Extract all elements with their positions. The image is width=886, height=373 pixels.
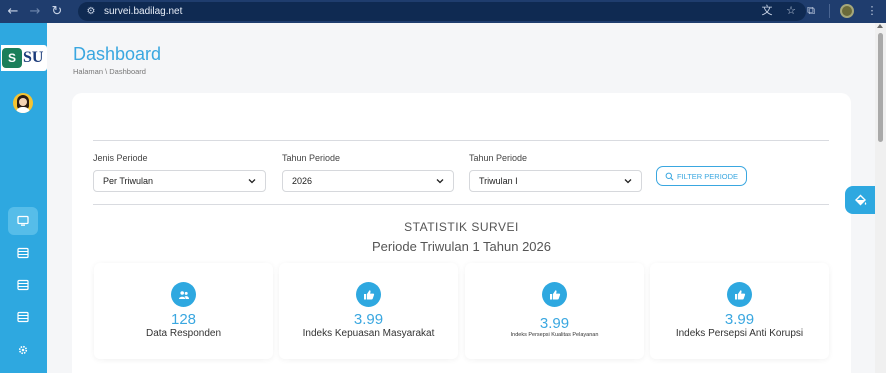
profile-avatar[interactable]: [840, 4, 854, 18]
address-bar[interactable]: ⚙ survei.badilag.net 文 ☆: [78, 2, 806, 21]
table-icon: [17, 311, 29, 323]
thumbs-up-icon: [356, 282, 381, 307]
stat-value: 3.99: [724, 311, 755, 328]
thumbs-up-icon: [542, 282, 567, 307]
app-logo[interactable]: S SU: [1, 45, 47, 71]
stat-value: 3.99: [353, 311, 384, 328]
dashboard-card: Jenis Periode Per Triwulan Tahun Periode…: [72, 93, 851, 373]
menu-kebab-icon[interactable]: ⋮: [864, 3, 880, 19]
stat-card-ipak: 3.99 Indeks Persepsi Anti Korupsi: [650, 263, 829, 359]
divider: [93, 140, 829, 141]
stat-label: Indeks Persepsi Kualitas Pelayanan: [510, 332, 599, 338]
filter-periode-label: FILTER PERIODE: [676, 171, 739, 181]
scrollbar-thumb[interactable]: [878, 33, 883, 142]
jenis-periode-value: Per Triwulan: [103, 176, 154, 186]
bookmark-star-icon[interactable]: ☆: [784, 4, 798, 18]
jenis-periode-label: Jenis Periode: [93, 153, 148, 163]
chevron-down-icon: [624, 179, 632, 184]
stat-label: Indeks Persepsi Anti Korupsi: [675, 328, 804, 339]
chevron-down-icon: [248, 179, 256, 184]
stat-card-ikm: 3.99 Indeks Kepuasan Masyarakat: [279, 263, 458, 359]
forward-icon[interactable]: →: [26, 3, 44, 21]
stat-card-responden: 128 Data Responden: [94, 263, 273, 359]
browser-toolbar: ← → ↻ ⚙ survei.badilag.net 文 ☆ ⧉ ⋮: [0, 0, 886, 23]
site-info-icon[interactable]: ⚙: [84, 5, 98, 19]
stat-card-ipkp: 3.99 Indeks Persepsi Kualitas Pelayanan: [465, 263, 644, 359]
extensions-icon[interactable]: ⧉: [803, 3, 819, 19]
filter-periode-button[interactable]: FILTER PERIODE: [656, 166, 747, 186]
paint-bucket-icon: [854, 194, 866, 205]
stat-label: Data Responden: [145, 328, 222, 339]
gear-icon: [18, 345, 28, 355]
tahun-periode-label: Tahun Periode: [282, 153, 341, 163]
triwulan-select[interactable]: Triwulan I: [469, 170, 642, 192]
sidebar-item-table-3[interactable]: [8, 303, 38, 331]
translate-icon[interactable]: 文: [760, 4, 774, 18]
page-title: Dashboard: [73, 44, 162, 64]
logo-mark-icon: S: [2, 48, 22, 68]
sidebar-item-dashboard[interactable]: [8, 207, 38, 235]
sidebar-item-settings[interactable]: [8, 336, 38, 364]
triwulan-value: Triwulan I: [479, 176, 518, 186]
stat-label: Indeks Kepuasan Masyarakat: [302, 328, 435, 339]
sidebar-item-table-1[interactable]: [8, 239, 38, 267]
scroll-up-arrow-icon[interactable]: [877, 24, 883, 28]
breadcrumb: Halaman \ Dashboard: [73, 67, 146, 76]
tahun-periode-select[interactable]: 2026: [282, 170, 454, 192]
paint-bucket-button[interactable]: [845, 186, 875, 214]
thumbs-up-icon: [727, 282, 752, 307]
chevron-down-icon: [436, 179, 444, 184]
url-text[interactable]: survei.badilag.net: [104, 6, 182, 17]
sidebar: S SU: [0, 23, 47, 373]
reload-icon[interactable]: ↻: [48, 3, 66, 21]
users-icon: [171, 282, 196, 307]
toolbar-divider: [829, 4, 830, 18]
main-content: Dashboard Halaman \ Dashboard Jenis Peri…: [47, 23, 875, 373]
logo-text: SU: [23, 49, 44, 66]
stat-value: 3.99: [539, 315, 570, 332]
monitor-icon: [17, 215, 29, 226]
stat-value: 128: [170, 311, 197, 328]
back-icon[interactable]: ←: [4, 3, 22, 21]
avatar[interactable]: [13, 93, 33, 113]
jenis-periode-select[interactable]: Per Triwulan: [93, 170, 266, 192]
table-icon: [17, 279, 29, 291]
divider: [93, 204, 829, 205]
table-icon: [17, 247, 29, 259]
tahun-periode-value: 2026: [292, 176, 313, 186]
stats-title: STATISTIK SURVEI: [404, 220, 519, 234]
search-icon: [665, 172, 674, 180]
sidebar-item-table-2[interactable]: [8, 271, 38, 299]
page-scrollbar[interactable]: [875, 23, 886, 373]
stats-subtitle: Periode Triwulan 1 Tahun 2026: [372, 239, 551, 254]
triwulan-periode-label: Tahun Periode: [469, 153, 528, 163]
